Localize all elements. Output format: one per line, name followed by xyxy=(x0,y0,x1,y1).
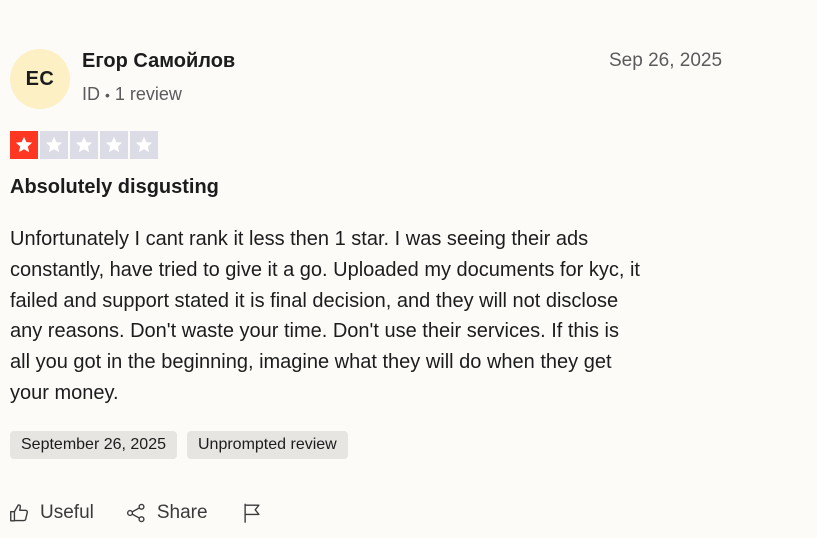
review-tags: September 26, 2025 Unprompted review xyxy=(10,431,348,459)
review-actions: Useful Share xyxy=(8,499,263,527)
review-body: Unfortunately I cant rank it less then 1… xyxy=(10,228,640,404)
star-rating xyxy=(10,131,158,159)
author-meta: ID • 1 review xyxy=(82,84,182,105)
report-flag-button[interactable] xyxy=(241,502,263,524)
thumbs-up-icon xyxy=(10,504,28,522)
meta-separator: • xyxy=(105,86,110,103)
star-empty xyxy=(70,131,98,159)
useful-label: Useful xyxy=(40,502,94,523)
flag-icon xyxy=(244,503,260,523)
star-empty xyxy=(40,131,68,159)
avatar[interactable]: ЕС xyxy=(10,49,70,109)
star-icon xyxy=(75,136,93,153)
review-date: Sep 26, 2025 xyxy=(609,50,723,71)
star-filled xyxy=(10,131,38,159)
star-icon xyxy=(105,136,123,153)
author-name[interactable]: Егор Самойлов xyxy=(82,50,235,73)
star-empty xyxy=(100,131,128,159)
review-card: ЕС Егор Самойлов ID • 1 review Sep 26, 2… xyxy=(0,0,817,538)
star-icon xyxy=(15,136,33,153)
author-country: ID xyxy=(82,84,100,104)
experience-date-tag: September 26, 2025 xyxy=(10,431,177,459)
star-icon xyxy=(45,136,63,153)
star-empty xyxy=(130,131,158,159)
review-title[interactable]: Absolutely disgusting xyxy=(10,176,219,199)
share-button[interactable]: Share xyxy=(125,502,208,524)
star-icon xyxy=(135,136,153,153)
author-review-count: 1 review xyxy=(114,84,182,104)
review-type-tag[interactable]: Unprompted review xyxy=(187,431,348,459)
useful-button[interactable]: Useful xyxy=(8,502,94,524)
share-icon xyxy=(126,503,145,523)
share-label: Share xyxy=(156,502,208,523)
